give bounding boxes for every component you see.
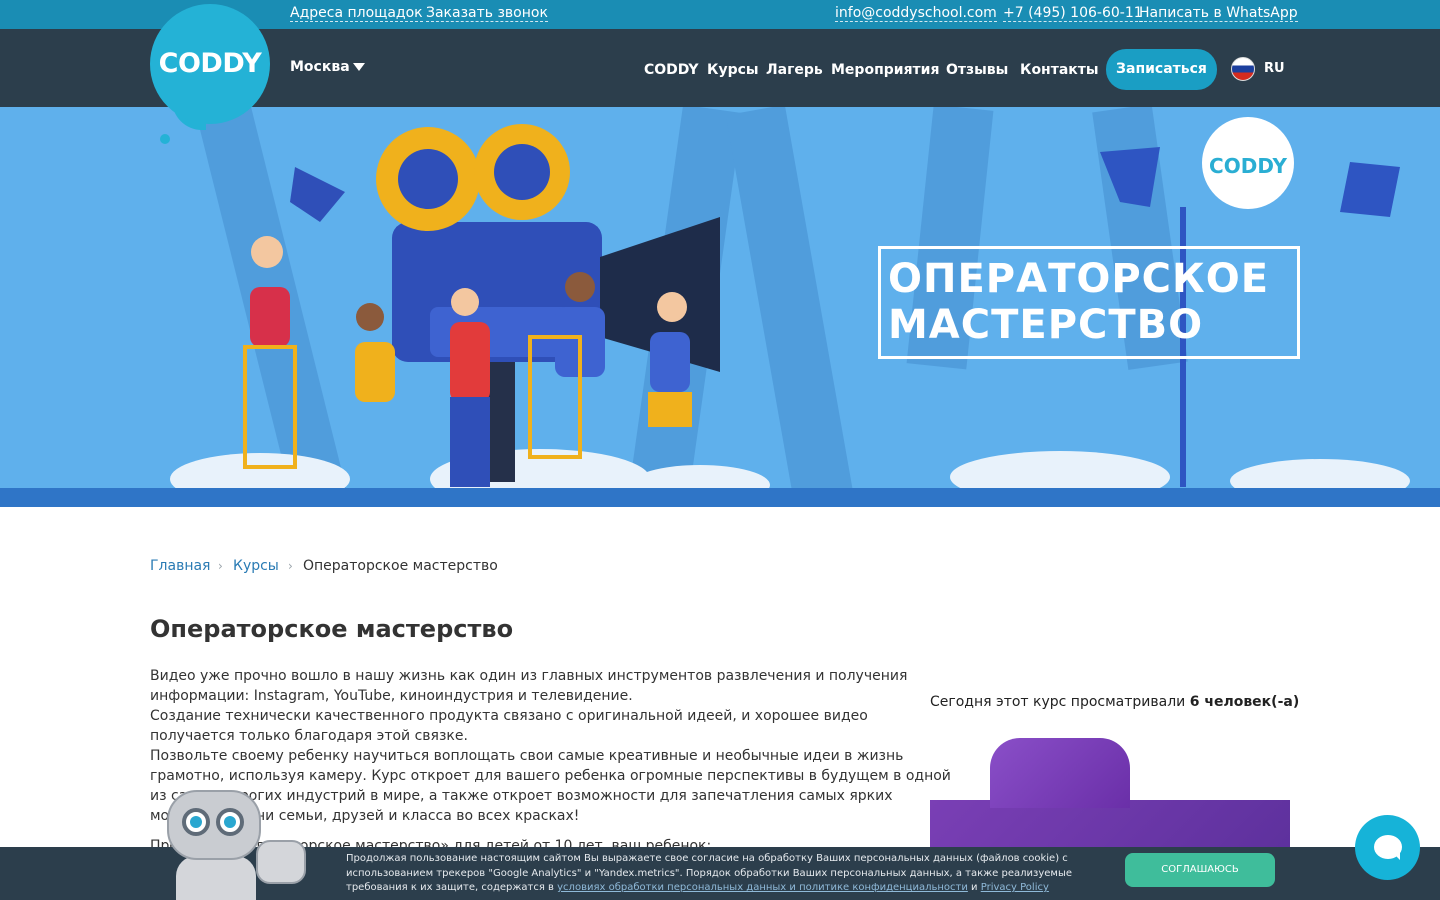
cookie-policy-link[interactable]: условиях обработки персональных данных и… xyxy=(557,882,968,893)
phone-link[interactable]: +7 (495) 106-60-11 xyxy=(1003,5,1143,22)
nav-item-camp[interactable]: Лагерь xyxy=(766,61,823,79)
cookie-accept-button[interactable]: СОГЛАШАЮСЬ xyxy=(1125,853,1275,887)
description-line: грамотно, используя камеру. Курс откроет… xyxy=(150,768,951,784)
logo-bubble-dot xyxy=(160,134,170,144)
language-selector[interactable]: RU xyxy=(1264,61,1285,76)
page-title: Операторское мастерство xyxy=(150,615,514,643)
caret-down-icon[interactable] xyxy=(353,63,365,71)
nav-item-courses[interactable]: Курсы xyxy=(707,61,759,79)
callback-link[interactable]: Заказать звонок xyxy=(426,5,548,22)
hero-logo-text: CODDY xyxy=(1209,154,1287,178)
addresses-link[interactable]: Адреса площадок xyxy=(290,5,423,22)
breadcrumb-courses[interactable]: Курсы xyxy=(233,558,279,574)
robot-mascot-hand xyxy=(256,840,306,884)
breadcrumb-home[interactable]: Главная xyxy=(150,558,210,574)
nav-item-events[interactable]: Мероприятия xyxy=(831,61,939,79)
viewers-counter: Сегодня этот курс просматривали 6 челове… xyxy=(930,694,1299,710)
description-line: из самых дорогих индустрий в мире, а так… xyxy=(150,788,893,804)
whatsapp-link[interactable]: Написать в WhatsApp xyxy=(1139,5,1298,22)
hero-title: ОПЕРАТОРСКОЕ МАСТЕРСТВО xyxy=(888,256,1270,348)
email-link[interactable]: info@coddyschool.com xyxy=(835,5,997,22)
nav-item-contacts[interactable]: Контакты xyxy=(1020,61,1099,79)
hero-floor-strip xyxy=(0,488,1440,507)
nav-item-coddy[interactable]: CODDY xyxy=(644,61,699,79)
robot-mascot-body xyxy=(176,856,256,900)
description-line: информации: Instagram, YouTube, киноинду… xyxy=(150,688,633,704)
logo-text: CODDY xyxy=(158,48,262,79)
chevron-right-icon: › xyxy=(288,559,293,573)
cookie-text: Продолжая пользование настоящим сайтом В… xyxy=(346,852,1106,896)
viewers-count: 6 человек(-а) xyxy=(1189,694,1300,710)
city-selector[interactable]: Москва xyxy=(290,59,350,75)
breadcrumb-current: Операторское мастерство xyxy=(303,558,498,574)
chat-icon-tail xyxy=(1392,852,1400,860)
viewers-prefix: Сегодня этот курс просматривали xyxy=(930,694,1190,710)
description-line: Видео уже прочно вошло в нашу жизнь как … xyxy=(150,668,908,684)
russia-flag-icon[interactable] xyxy=(1231,57,1255,81)
robot-pupil xyxy=(190,816,202,828)
description-line: получается только благодаря этой связке. xyxy=(150,728,468,744)
nav-item-reviews[interactable]: Отзывы xyxy=(946,61,1008,79)
robot-pupil xyxy=(224,816,236,828)
privacy-policy-link[interactable]: Privacy Policy xyxy=(981,882,1049,893)
description-line: Позвольте своему ребенку научиться вопло… xyxy=(150,748,904,764)
description-line: Создание технически качественного продук… xyxy=(150,708,868,724)
chevron-right-icon: › xyxy=(218,559,223,573)
film-reel-illustration xyxy=(990,738,1130,808)
robot-mascot-head xyxy=(167,790,261,860)
signup-button[interactable]: Записаться xyxy=(1106,49,1217,90)
description-line: моментов жизни семьи, друзей и класса во… xyxy=(150,808,580,824)
course-description: Видео уже прочно вошло в нашу жизнь как … xyxy=(150,666,951,856)
cookie-and: и xyxy=(967,882,981,893)
